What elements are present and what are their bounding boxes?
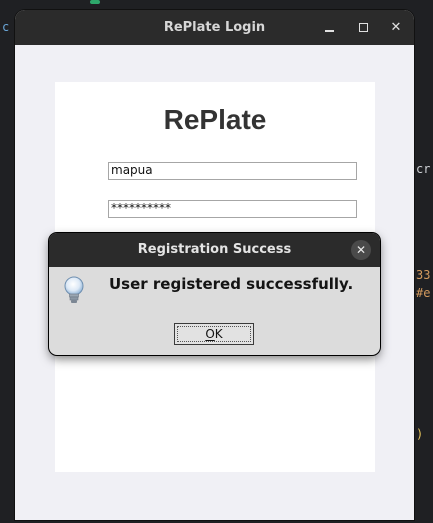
minimize-button[interactable] xyxy=(315,10,345,45)
lightbulb-info-icon xyxy=(64,276,84,303)
dialog-message: User registered successfully. xyxy=(109,275,354,293)
dialog-title: Registration Success xyxy=(137,242,292,257)
ok-button[interactable]: OK xyxy=(174,323,254,345)
editor-code-fragment: 33 xyxy=(416,268,431,282)
dialog-close-button[interactable]: ✕ xyxy=(351,240,371,260)
window-titlebar[interactable]: RePlate Login ✕ xyxy=(15,10,414,45)
editor-code-fragment: ) xyxy=(416,427,424,441)
username-input[interactable]: mapua xyxy=(108,162,357,180)
app-brand-title: RePlate xyxy=(163,104,267,135)
editor-tab-indicator xyxy=(90,0,100,4)
maximize-button[interactable] xyxy=(348,10,378,45)
dialog-titlebar[interactable]: Registration Success ✕ xyxy=(49,233,380,267)
close-icon: ✕ xyxy=(355,243,367,257)
editor-code-fragment: cr xyxy=(416,162,431,176)
ok-mnemonic: O xyxy=(205,327,215,341)
editor-code-fragment: #e xyxy=(416,286,431,300)
close-icon: ✕ xyxy=(390,20,402,35)
ok-label: K xyxy=(214,327,223,341)
close-button[interactable]: ✕ xyxy=(381,10,411,45)
maximize-icon xyxy=(359,23,368,32)
minimize-icon xyxy=(325,30,334,32)
password-input[interactable]: ********** xyxy=(108,200,357,218)
editor-code-fragment: c xyxy=(2,20,10,34)
registration-success-dialog: Registration Success ✕ User registered s… xyxy=(49,233,380,355)
